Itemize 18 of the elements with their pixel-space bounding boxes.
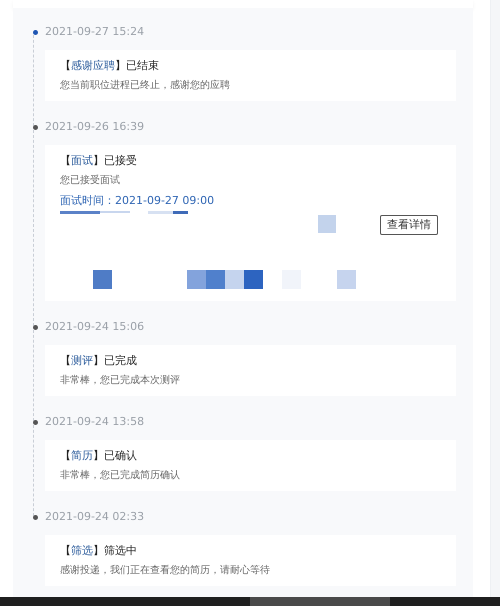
event-title: 【感谢应聘】已结束 <box>60 58 160 74</box>
event-time: 2021-09-26 16:39 <box>45 119 144 135</box>
event-time: 2021-09-27 15:24 <box>45 24 144 40</box>
event-message: 非常棒，您已完成本次测评 <box>60 374 181 388</box>
event-message: 非常棒，您已完成简历确认 <box>60 468 181 483</box>
interview-time: 面试时间：2021-09-27 09:00 <box>60 193 216 209</box>
event-message: 您已接受面试 <box>60 174 121 188</box>
event-title: 【简历】已确认 <box>60 448 138 464</box>
event-message: 您当前职位进程已终止，感谢您的应聘 <box>60 78 231 93</box>
event-time: 2021-09-24 15:06 <box>45 319 144 335</box>
view-details-button[interactable]: 查看详情 <box>380 215 438 235</box>
event-title: 【筛选】筛选中 <box>60 543 138 559</box>
event-title: 【测评】已完成 <box>60 353 138 369</box>
event-time: 2021-09-24 13:58 <box>45 414 144 430</box>
event-title: 【面试】已接受 <box>60 153 138 169</box>
taskbar-window-button[interactable] <box>250 597 390 606</box>
event-time: 2021-09-24 02:33 <box>45 509 144 525</box>
event-message: 感谢投递，我们正在查看您的简历，请耐心等待 <box>60 564 271 578</box>
